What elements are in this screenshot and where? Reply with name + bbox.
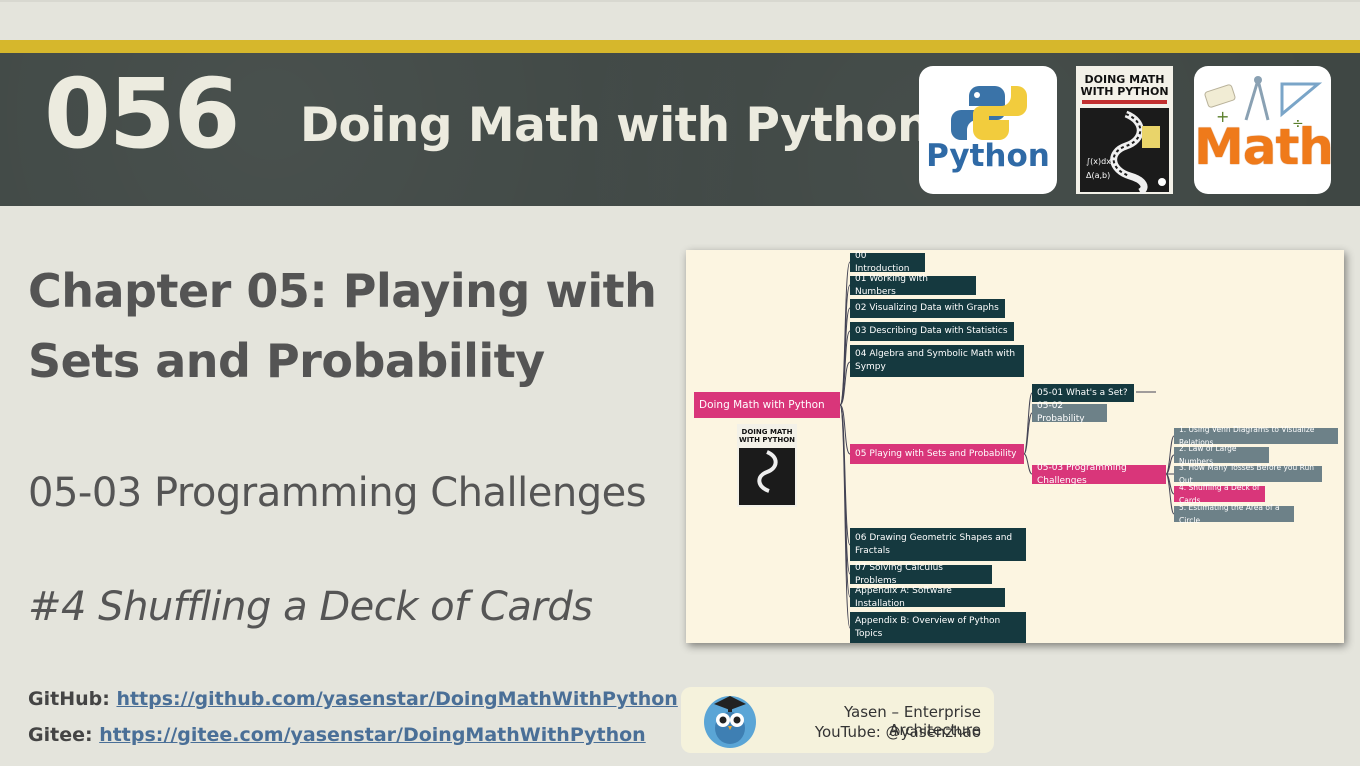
gitee-line: Gitee: https://gitee.com/yasenstar/Doing… — [28, 724, 646, 746]
svg-text:∫(x)dx: ∫(x)dx — [1086, 157, 1111, 166]
chapter-node: 07 Solving Calculus Problems — [850, 563, 992, 586]
topic-title: #4 Shuffling a Deck of Cards — [28, 584, 593, 630]
credit-youtube: YouTube: @yasenzhao — [814, 723, 981, 741]
svg-text:Δ(a,b): Δ(a,b) — [1086, 171, 1110, 180]
owl-avatar-icon — [704, 696, 756, 748]
chapter-node: 01 Working with Numbers — [850, 274, 976, 297]
challenge-node: 3. How Many Tosses Before you Run Out — [1174, 463, 1322, 485]
gitee-label: Gitee: — [28, 724, 93, 746]
mindmap-root: Doing Math with Python — [694, 392, 840, 418]
python-snake-icon — [951, 86, 1027, 140]
github-label: GitHub: — [28, 688, 110, 710]
slide: 056 Doing Math with Python Python DOING … — [0, 0, 1360, 766]
chapter-node: 06 Drawing Geometric Shapes and Fractals — [850, 528, 1026, 561]
github-line: GitHub: https://github.com/yasenstar/Doi… — [28, 688, 678, 710]
gitee-link[interactable]: https://gitee.com/yasenstar/DoingMathWit… — [99, 724, 646, 746]
chapter-node: 00 Introduction — [850, 251, 925, 274]
chapter-node: Appendix B: Overview of Python Topics — [850, 612, 1026, 643]
chapter-title: Chapter 05: Playing with Sets and Probab… — [28, 264, 657, 388]
mindmap-panel: Doing Math with Python DOING MATH WITH P… — [686, 250, 1344, 643]
gold-stripe — [0, 40, 1360, 53]
chapter-node: 04 Algebra and Symbolic Math with Sympy — [850, 345, 1024, 377]
python-logo: Python — [919, 66, 1057, 194]
challenge-node: 5. Estimating the Area of a Circle — [1174, 503, 1294, 525]
episode-number: 056 — [44, 58, 240, 170]
book-cover: DOING MATH WITH PYTHON ∫(x)dx Δ(a,b) — [1076, 66, 1173, 194]
mindmap-root-book: DOING MATH WITH PYTHON — [737, 424, 797, 507]
chapter-node: 02 Visualizing Data with Graphs — [850, 299, 1005, 318]
section-node-active: 05-03 Programming Challenges — [1032, 463, 1166, 486]
snake-illustration-icon: ∫(x)dx Δ(a,b) — [1080, 108, 1169, 194]
chapter-node: 03 Describing Data with Statistics — [850, 322, 1014, 341]
banner-title: Doing Math with Python — [300, 98, 931, 153]
github-link[interactable]: https://github.com/yasenstar/DoingMathWi… — [116, 688, 677, 710]
challenge-node-active: 4. Shuffling a Deck of Cards — [1174, 483, 1265, 505]
chapter-node: Appendix A: Software Installation — [850, 586, 1005, 609]
top-border — [0, 0, 1360, 2]
python-logo-text: Python — [926, 138, 1050, 174]
mindmap-root-book-cover-icon — [739, 448, 795, 505]
section-node: 05-02 Probability — [1032, 401, 1107, 424]
math-logo-text: Math — [1194, 118, 1331, 176]
chapter-node-active: 05 Playing with Sets and Probability — [850, 444, 1024, 464]
section-title: 05-03 Programming Challenges — [28, 470, 647, 516]
math-logo: + ÷ Math — [1194, 66, 1331, 194]
